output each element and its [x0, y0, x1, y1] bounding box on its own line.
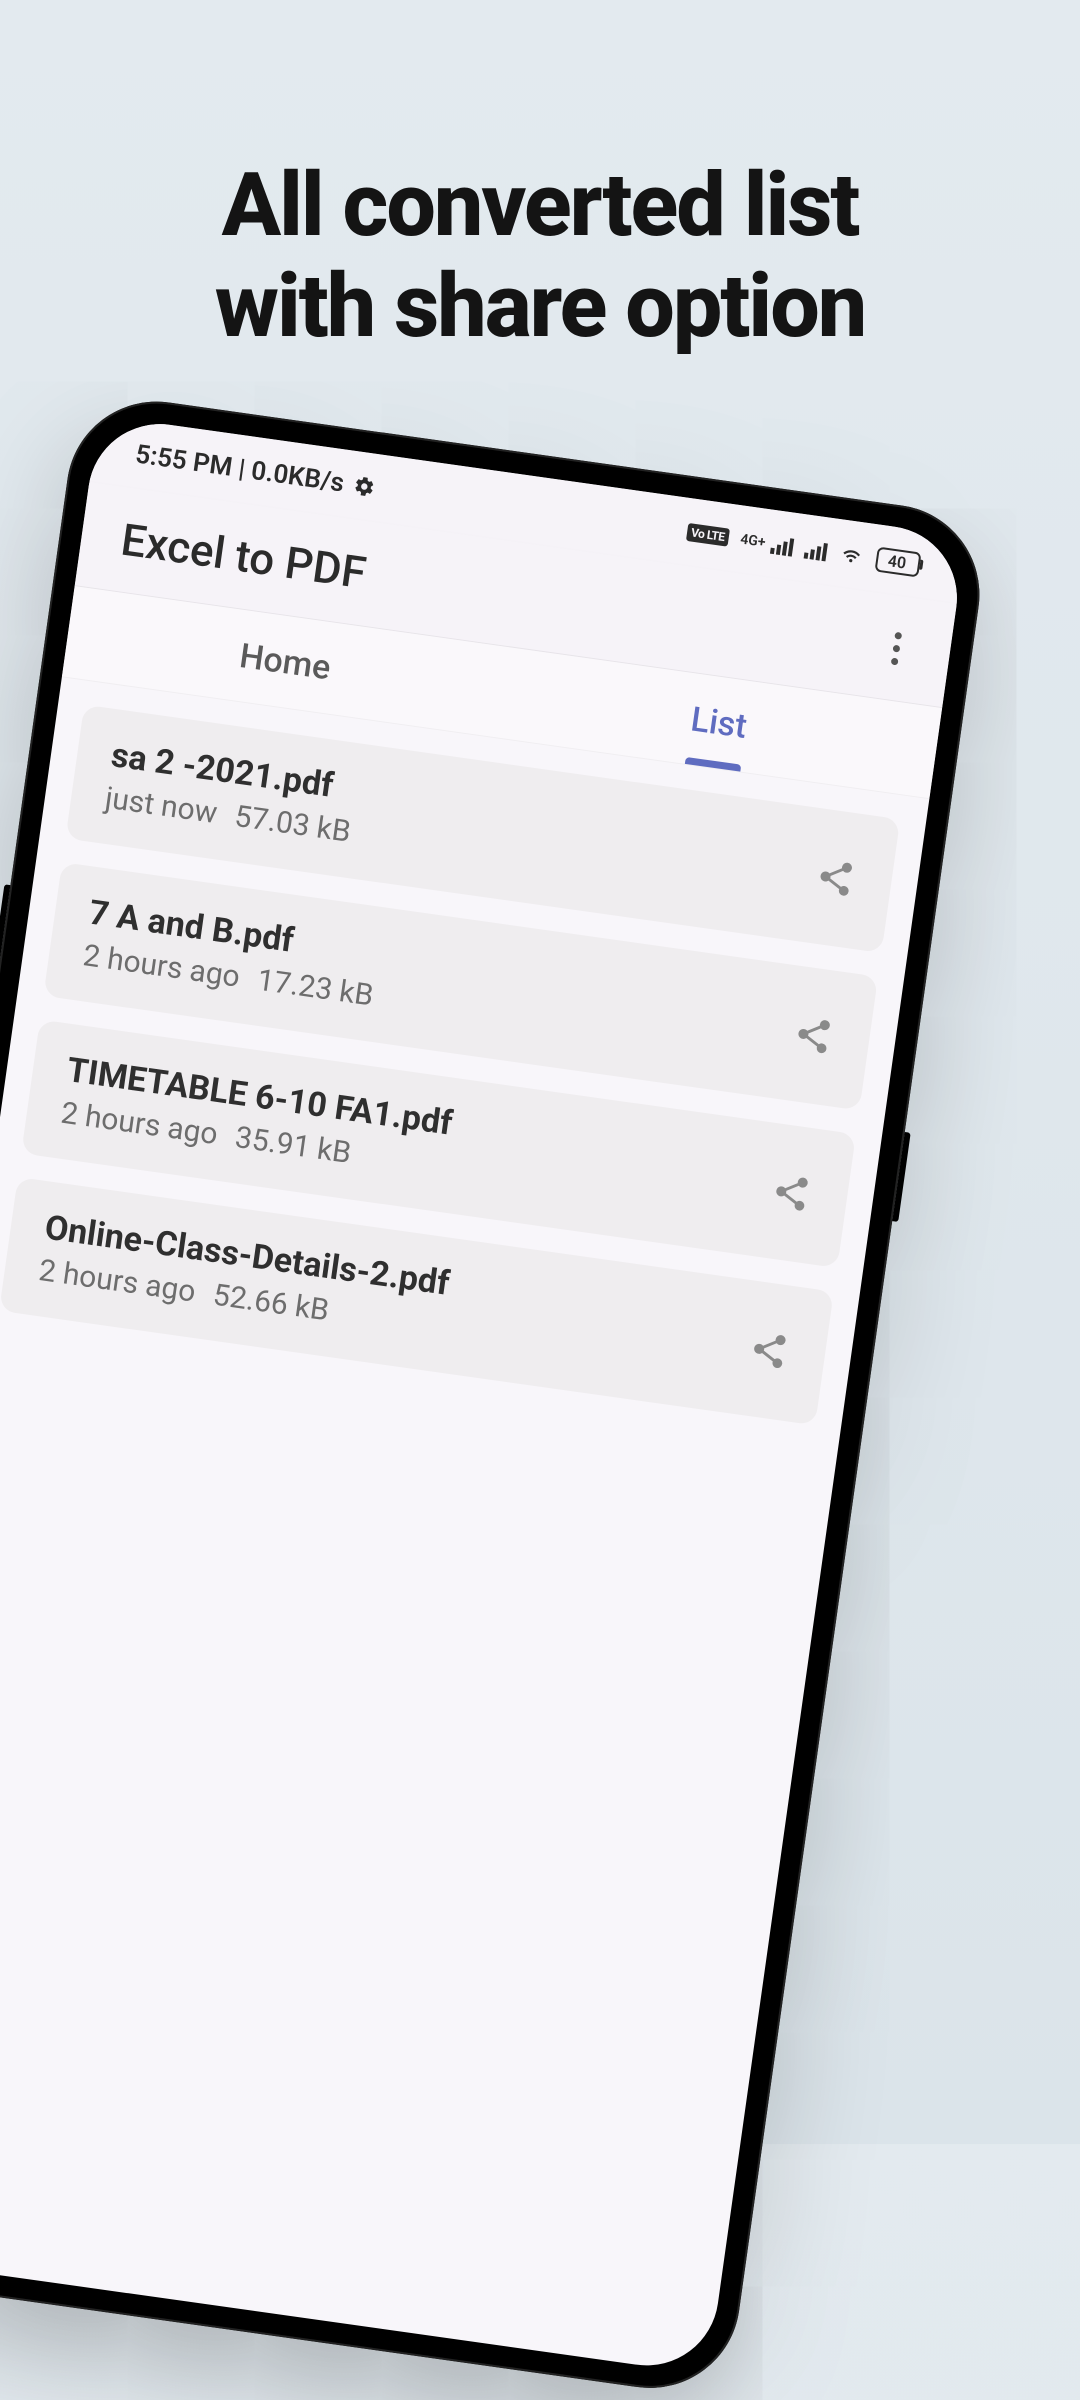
file-time: just now	[103, 781, 219, 831]
phone-frame: 5:55 PM | 0.0KB/s Vo LTE 4G+ 40	[0, 390, 991, 2400]
signal-icon-2	[804, 539, 829, 562]
promo-headline: All converted list with share option	[0, 155, 1080, 357]
share-button[interactable]	[804, 846, 867, 909]
battery-level: 40	[887, 551, 908, 572]
promo-line-2: with share option	[215, 255, 866, 358]
wifi-icon	[836, 537, 866, 573]
network-generation: 4G+	[739, 531, 766, 550]
share-button[interactable]	[760, 1161, 823, 1224]
tab-home-label: Home	[237, 636, 333, 688]
app-title: Excel to PDF	[118, 513, 369, 599]
share-icon	[769, 1170, 814, 1215]
share-button[interactable]	[738, 1318, 801, 1381]
promo-line-1: All converted list	[222, 154, 859, 257]
converted-file-list: sa 2 -2021.pdf just now 57.03 kB 7 A and…	[0, 677, 929, 1452]
gear-icon	[352, 474, 377, 499]
battery-icon: 40	[875, 546, 922, 577]
volte-icon: Vo LTE	[686, 523, 730, 547]
share-icon	[813, 855, 858, 900]
phone-mockup: 5:55 PM | 0.0KB/s Vo LTE 4G+ 40	[0, 390, 991, 2400]
share-button[interactable]	[782, 1003, 845, 1066]
tab-list-label: List	[688, 699, 749, 746]
signal-icon-1	[770, 534, 795, 557]
share-icon	[791, 1012, 836, 1057]
overflow-menu-button[interactable]	[869, 621, 923, 675]
share-icon	[747, 1327, 792, 1372]
status-time-net: 5:55 PM | 0.0KB/s	[133, 440, 345, 499]
phone-screen: 5:55 PM | 0.0KB/s Vo LTE 4G+ 40	[0, 415, 966, 2375]
